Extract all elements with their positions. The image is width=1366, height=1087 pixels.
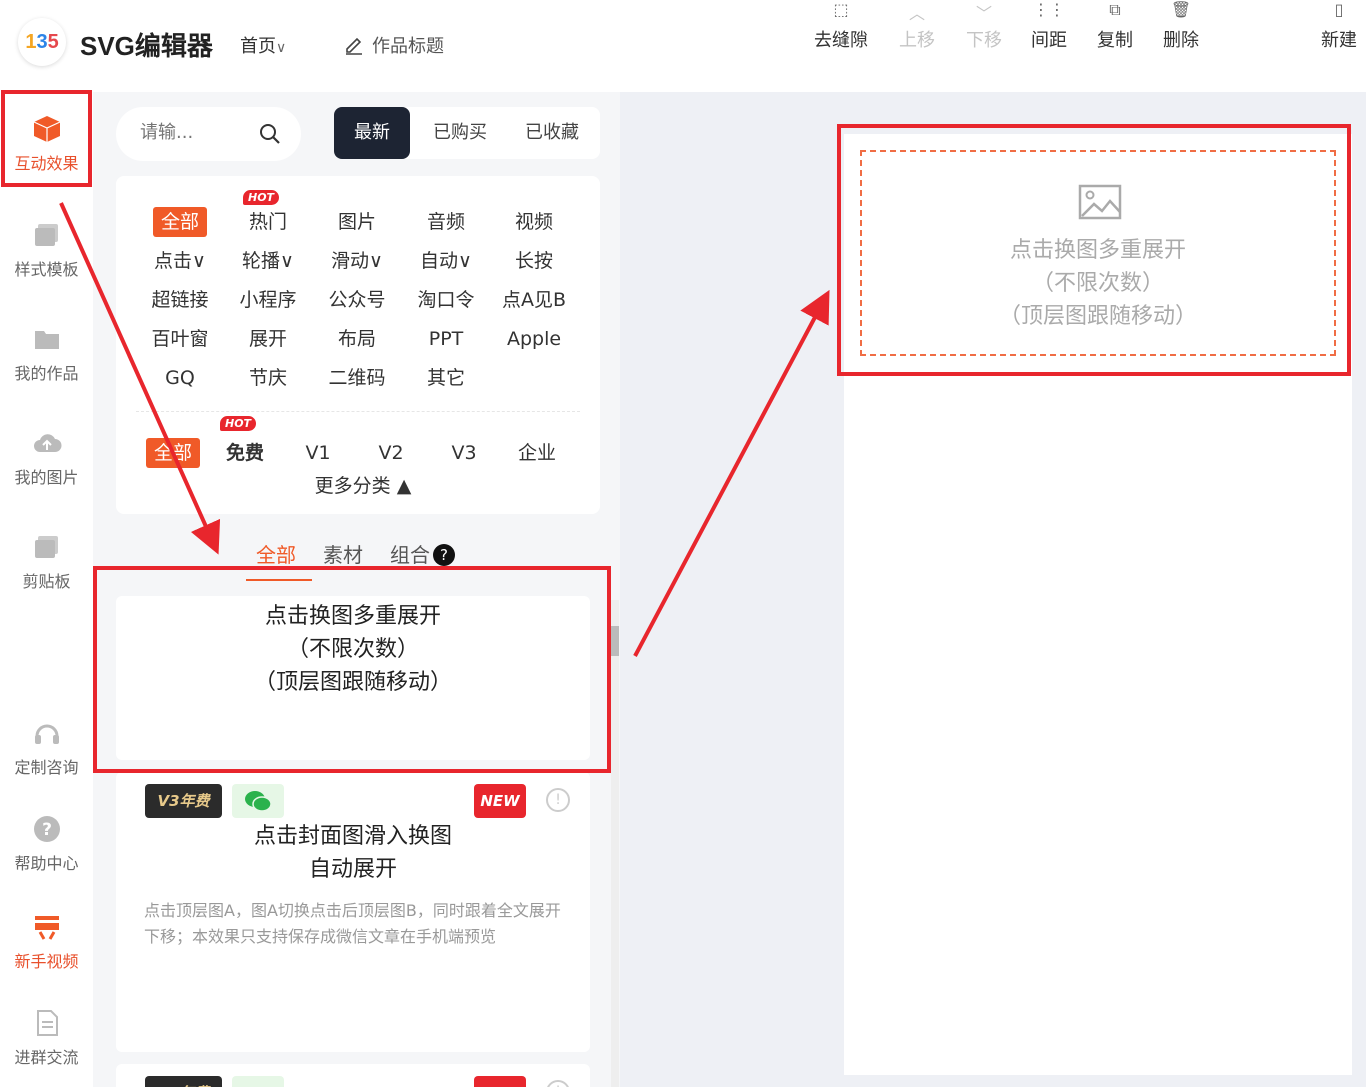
annotation-arrow-down bbox=[59, 202, 221, 555]
annotation-arrow-up bbox=[633, 289, 830, 657]
annotation-arrows bbox=[59, 202, 830, 657]
